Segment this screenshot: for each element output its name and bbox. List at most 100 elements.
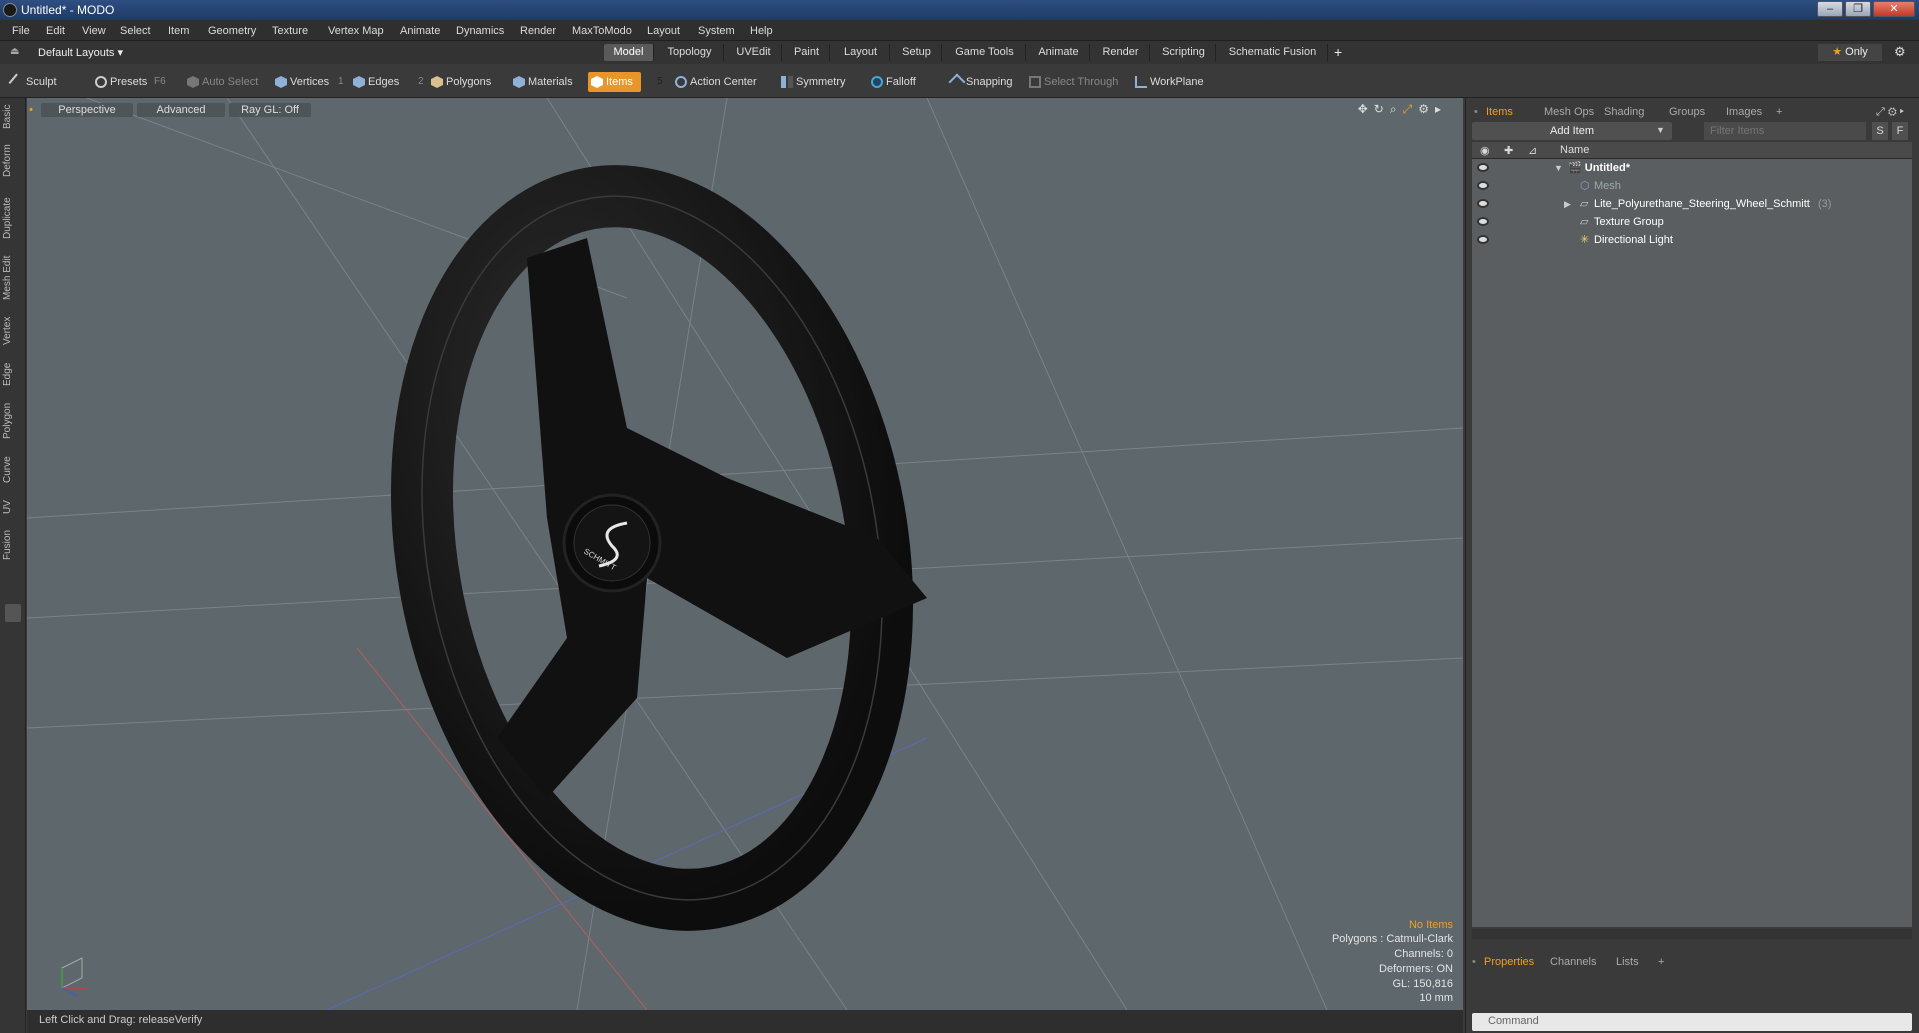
add-props-tab-button[interactable]: + — [1658, 954, 1664, 970]
menu-texture[interactable]: Texture — [272, 25, 308, 37]
eye-icon[interactable] — [1477, 163, 1489, 172]
layout-collapse-icon[interactable]: ⏏ — [10, 46, 19, 57]
tab-duplicate[interactable]: Duplicate — [2, 194, 24, 242]
workplane-button[interactable]: WorkPlane — [1132, 72, 1204, 92]
tab-setup[interactable]: Setup — [892, 44, 942, 61]
menu-help[interactable]: Help — [750, 25, 773, 37]
tab-fusion[interactable]: Fusion — [2, 528, 24, 562]
tab-polygon[interactable]: Polygon — [2, 400, 24, 442]
expand-arrow-icon[interactable]: ▶ — [1564, 195, 1571, 213]
tree-row-directional-light[interactable]: ✳ Directional Light — [1472, 231, 1912, 249]
tab-items[interactable]: Items — [1486, 104, 1513, 120]
auto-select-button[interactable]: Auto Select — [184, 72, 258, 92]
symmetry-button[interactable]: Symmetry — [778, 72, 846, 92]
zoom-view-icon[interactable]: ⌕ — [1390, 102, 1403, 116]
tree-row-texture-group[interactable]: ▱ Texture Group — [1472, 213, 1912, 231]
action-center-button[interactable]: Action Center — [672, 72, 757, 92]
menu-geometry[interactable]: Geometry — [208, 25, 256, 37]
close-button[interactable]: ✕ — [1873, 1, 1915, 17]
f-button[interactable]: F — [1892, 122, 1908, 140]
tab-animate[interactable]: Animate — [1028, 44, 1090, 61]
select-through-button[interactable]: Select Through — [1026, 72, 1118, 92]
only-toggle[interactable]: ★ Only — [1818, 44, 1882, 61]
tab-edge[interactable]: Edge — [2, 360, 24, 388]
presets-button[interactable]: Presets — [92, 72, 147, 92]
minimize-button[interactable]: – — [1817, 1, 1843, 17]
perspective-dropdown[interactable]: Perspective — [41, 103, 133, 117]
tab-shading[interactable]: Shading — [1604, 104, 1644, 120]
view-settings-icon[interactable]: ⚙ — [1418, 102, 1435, 116]
falloff-button[interactable]: Falloff — [868, 72, 916, 92]
sculpt-button[interactable]: Sculpt — [8, 72, 57, 92]
props-menu-icon[interactable]: • — [1472, 954, 1476, 970]
menu-animate[interactable]: Animate — [400, 25, 440, 37]
tab-channels[interactable]: Channels — [1550, 954, 1596, 970]
tab-mesh-ops[interactable]: Mesh Ops — [1544, 104, 1594, 120]
tab-schematic-fusion[interactable]: Schematic Fusion — [1218, 44, 1328, 61]
tab-layout[interactable]: Layout — [832, 44, 890, 61]
menu-layout[interactable]: Layout — [647, 25, 680, 37]
tab-basic[interactable]: Basic — [2, 102, 24, 132]
advanced-dropdown[interactable]: Advanced — [137, 103, 225, 117]
name-column-header[interactable]: Name — [1560, 144, 1589, 156]
tab-paint[interactable]: Paint — [784, 44, 830, 61]
menu-render[interactable]: Render — [520, 25, 556, 37]
menu-item[interactable]: Item — [168, 25, 189, 37]
tab-groups[interactable]: Groups — [1669, 104, 1705, 120]
polygons-button[interactable]: Polygons — [428, 72, 491, 92]
tab-game-tools[interactable]: Game Tools — [944, 44, 1026, 61]
tab-scripting[interactable]: Scripting — [1152, 44, 1216, 61]
raygl-dropdown[interactable]: Ray GL: Off — [229, 103, 311, 117]
add-item-button[interactable]: Add Item — [1472, 122, 1672, 140]
maximize-button[interactable]: ❐ — [1845, 1, 1871, 17]
tab-uv[interactable]: UV — [2, 496, 24, 518]
layout-selector[interactable]: Default Layouts ▾ — [38, 46, 123, 59]
eye-icon[interactable] — [1477, 217, 1489, 226]
command-input[interactable]: Command — [1472, 1013, 1912, 1031]
menu-maxtomodo[interactable]: MaxToModo — [572, 25, 632, 37]
add-tab-button[interactable]: + — [1334, 44, 1342, 60]
menu-system[interactable]: System — [698, 25, 735, 37]
tab-curve[interactable]: Curve — [2, 454, 24, 486]
menu-select[interactable]: Select — [120, 25, 151, 37]
tab-model[interactable]: Model — [604, 44, 654, 61]
tree-scrollbar[interactable] — [1472, 929, 1912, 939]
tab-vertex[interactable]: Vertex — [2, 314, 24, 348]
vertices-button[interactable]: Vertices — [272, 72, 329, 92]
menu-view[interactable]: View — [82, 25, 106, 37]
eye-icon[interactable] — [1477, 199, 1489, 208]
add-panel-tab-button[interactable]: + — [1776, 104, 1782, 120]
collapse-arrow-icon[interactable]: ▼ — [1554, 159, 1563, 177]
materials-button[interactable]: Materials — [510, 72, 573, 92]
tree-row-untitled[interactable]: ▼ 🎬 Untitled* — [1472, 159, 1912, 177]
panel-expand-icon[interactable]: ⤢ ⚙ ▸ — [1876, 104, 1904, 120]
eye-icon[interactable] — [1477, 235, 1489, 244]
maximize-view-icon[interactable]: ⤢ — [1403, 102, 1419, 116]
panel-menu-icon[interactable]: • — [1474, 104, 1478, 120]
viewport-3d[interactable]: SCHMITT • Perspective Advanced Ray GL: O… — [27, 98, 1463, 1010]
tree-row-steering-wheel[interactable]: ▶ ▱ Lite_Polyurethane_Steering_Wheel_Sch… — [1472, 195, 1912, 213]
eye-icon[interactable] — [1477, 181, 1489, 190]
move-view-icon[interactable]: ✥ — [1358, 102, 1374, 116]
menu-vertex-map[interactable]: Vertex Map — [328, 25, 384, 37]
strip-toggle-button[interactable] — [5, 604, 21, 622]
items-button[interactable]: Items — [588, 72, 641, 92]
menu-file[interactable]: File — [12, 25, 30, 37]
tree-row-mesh[interactable]: ⬡ Mesh — [1472, 177, 1912, 195]
tab-render[interactable]: Render — [1092, 44, 1150, 61]
rotate-view-icon[interactable]: ↻ — [1374, 102, 1390, 116]
menu-edit[interactable]: Edit — [46, 25, 65, 37]
s-button[interactable]: S — [1872, 122, 1888, 140]
tab-properties[interactable]: Properties — [1484, 954, 1534, 970]
menu-dynamics[interactable]: Dynamics — [456, 25, 504, 37]
snapping-button[interactable]: Snapping — [948, 72, 1013, 92]
tab-lists[interactable]: Lists — [1616, 954, 1639, 970]
tab-uvedit[interactable]: UVEdit — [726, 44, 782, 61]
filter-items-input[interactable] — [1704, 122, 1866, 140]
add-item-dropdown-icon[interactable]: ▼ — [1656, 125, 1670, 137]
edges-button[interactable]: Edges — [350, 72, 399, 92]
tab-images[interactable]: Images — [1726, 104, 1762, 120]
view-menu-icon[interactable]: ▸ — [1435, 102, 1447, 116]
tab-mesh-edit[interactable]: Mesh Edit — [2, 254, 24, 302]
tab-deform[interactable]: Deform — [2, 142, 24, 180]
